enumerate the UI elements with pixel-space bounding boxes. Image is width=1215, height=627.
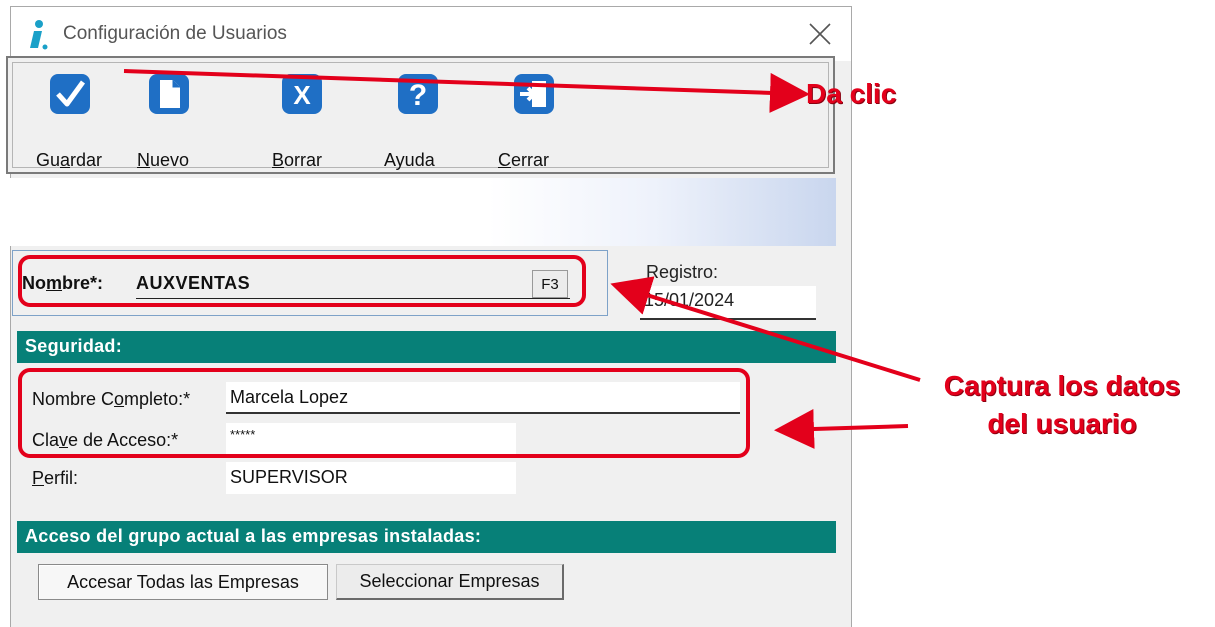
da-clic-arrow [123,69,810,113]
annotation-arrows [123,69,921,449]
nombre-arrow [610,276,921,382]
user-data-arrow [774,408,909,449]
